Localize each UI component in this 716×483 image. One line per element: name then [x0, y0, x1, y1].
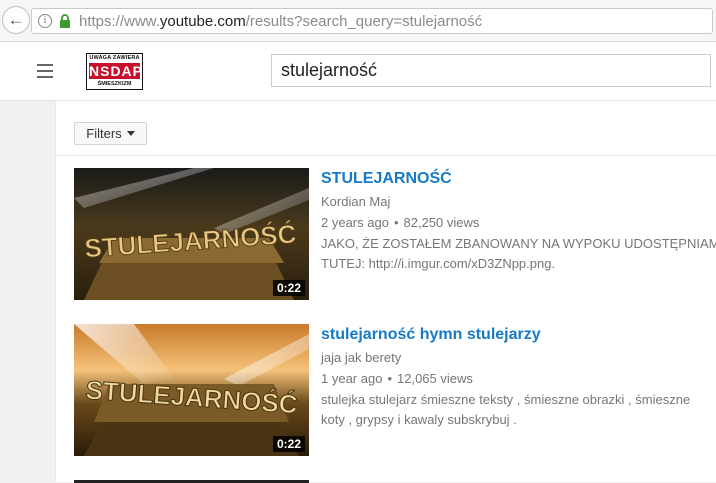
filters-button[interactable]: Filters: [74, 122, 147, 145]
channel-name-link[interactable]: jaja jak berety: [321, 350, 716, 365]
logo-line3: ŚMIESZKIZM: [97, 81, 132, 87]
upload-age: 2 years ago: [321, 215, 389, 230]
video-meta: 2 years ago • 82,250 views: [321, 215, 716, 230]
url-path: /results?search_query=stulejarność: [245, 12, 483, 30]
upload-age: 1 year ago: [321, 371, 383, 386]
video-meta: 1 year ago • 12,065 views: [321, 371, 716, 386]
url-prefix: https://www.: [79, 12, 160, 30]
description-line: koty , grypsy i kawaly subskrybuj .: [321, 412, 517, 427]
channel-name-link[interactable]: Kordian Maj: [321, 194, 716, 209]
search-input[interactable]: stulejarność: [271, 54, 711, 87]
address-bar[interactable]: i https://www.youtube.com/results?search…: [31, 8, 713, 34]
view-count: 12,065 views: [397, 371, 473, 386]
video-title-link[interactable]: stulejarność hymn stulejarzy: [321, 326, 716, 344]
filters-label: Filters: [86, 126, 122, 141]
result-item: STULEJARNOŚĆ 0:22 STULEJARNOŚĆ Kordian M…: [74, 168, 716, 300]
separator-dot: •: [393, 215, 399, 230]
video-thumbnail[interactable]: STULEJARNOŚĆ 0:22: [74, 168, 309, 300]
logo-line2: NSDAP: [89, 63, 144, 79]
separator-dot: •: [387, 371, 392, 386]
info-icon[interactable]: i: [38, 14, 52, 28]
logo-line1: UWAGA ZAWIERA: [89, 55, 140, 61]
video-description: JAKO, ŻE ZOSTAŁEM ZBANOWANY NA WYPOKU UD…: [321, 234, 716, 274]
description-line: JAKO, ŻE ZOSTAŁEM ZBANOWANY NA WYPOKU UD…: [321, 236, 716, 251]
lock-icon: [59, 14, 71, 28]
hamburger-menu-icon[interactable]: [37, 64, 53, 82]
results-panel: Filters STULEJARNOŚĆ 0:22 STULEJARNOŚĆ K…: [55, 101, 716, 483]
site-logo[interactable]: UWAGA ZAWIERA NSDAP ŚMIESZKIZM: [86, 53, 143, 90]
browser-toolbar: ← i https://www.youtube.com/results?sear…: [0, 0, 716, 42]
caret-down-icon: [126, 131, 135, 136]
url-text: https://www.youtube.com/results?search_q…: [79, 13, 482, 30]
video-description: stulejka stulejarz śmieszne teksty , śmi…: [321, 390, 716, 430]
description-line: TUTEJ: http://i.imgur.com/xD3ZNpp.png.: [321, 256, 556, 271]
url-host: youtube.com: [159, 12, 246, 30]
filter-bar: Filters: [56, 101, 716, 156]
video-duration: 0:22: [272, 280, 305, 296]
result-info: stulejarność hymn stulejarzy jaja jak be…: [321, 324, 716, 430]
back-arrow-icon[interactable]: ←: [2, 6, 30, 34]
description-line: stulejka stulejarz śmieszne teksty , śmi…: [321, 392, 691, 407]
site-header: UWAGA ZAWIERA NSDAP ŚMIESZKIZM stulejarn…: [0, 42, 716, 101]
view-count: 82,250 views: [403, 215, 480, 230]
result-item: STULEJARNOŚĆ 0:22 stulejarność hymn stul…: [74, 324, 714, 456]
video-title-link[interactable]: STULEJARNOŚĆ: [321, 170, 716, 188]
result-info: STULEJARNOŚĆ Kordian Maj 2 years ago • 82,…: [321, 168, 716, 274]
video-thumbnail[interactable]: STULEJARNOŚĆ 0:22: [74, 324, 309, 456]
left-gutter: [0, 101, 54, 482]
video-duration: 0:22: [272, 436, 305, 452]
